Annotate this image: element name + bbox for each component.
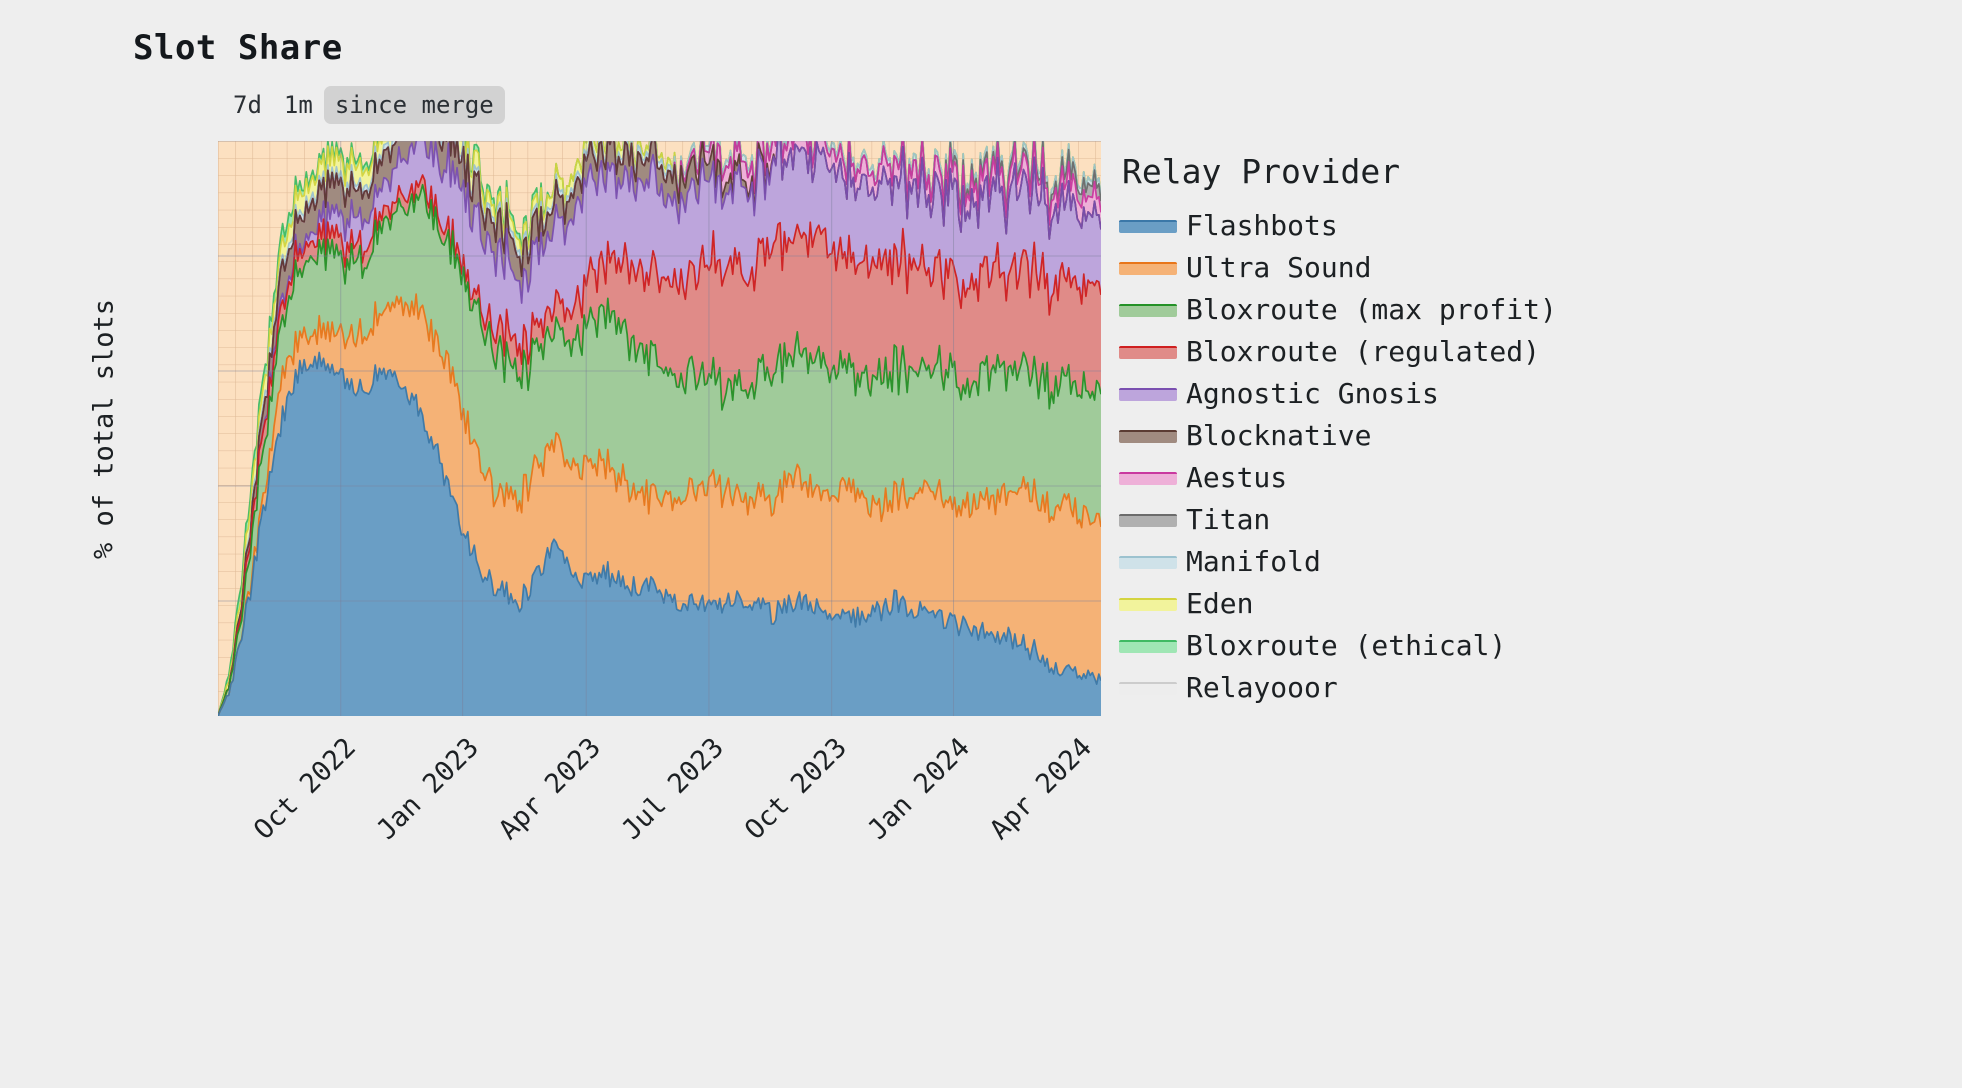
- legend-item[interactable]: Bloxroute (max profit): [1119, 289, 1939, 331]
- legend-swatch-icon: [1119, 219, 1177, 233]
- legend-item[interactable]: Ultra Sound: [1119, 247, 1939, 289]
- legend-swatch-icon: [1119, 597, 1177, 611]
- legend-swatch-icon: [1119, 471, 1177, 485]
- legend-item-label: Bloxroute (max profit): [1186, 293, 1557, 326]
- legend-item-label: Manifold: [1186, 545, 1321, 578]
- range-option-7d[interactable]: 7d: [222, 86, 273, 124]
- legend-item[interactable]: Blocknative: [1119, 415, 1939, 457]
- legend-item-label: Titan: [1186, 503, 1271, 536]
- legend-item-label: Bloxroute (regulated): [1186, 335, 1541, 368]
- legend-item-label: Ultra Sound: [1186, 251, 1372, 284]
- legend-item[interactable]: Bloxroute (regulated): [1119, 331, 1939, 373]
- legend-item[interactable]: Bloxroute (ethical): [1119, 625, 1939, 667]
- legend-item[interactable]: Flashbots: [1119, 205, 1939, 247]
- legend-item-label: Blocknative: [1186, 419, 1372, 452]
- legend-item[interactable]: Titan: [1119, 499, 1939, 541]
- legend-item[interactable]: Eden: [1119, 583, 1939, 625]
- legend-item-label: Agnostic Gnosis: [1186, 377, 1439, 410]
- legend-swatch-icon: [1119, 555, 1177, 569]
- range-option-1m[interactable]: 1m: [273, 86, 324, 124]
- legend-item-label: Relayooor: [1186, 671, 1338, 704]
- legend-swatch-icon: [1119, 303, 1177, 317]
- chart-page: Slot Share 7d 1m since merge % of total sl…: [0, 0, 1962, 1088]
- page-title: Slot Share: [133, 28, 343, 68]
- legend-item[interactable]: Manifold: [1119, 541, 1939, 583]
- x-tick-Apr-2023: Apr 2023: [492, 732, 607, 846]
- x-tick-Jan-2023: Jan 2023: [370, 732, 485, 846]
- x-tick-Oct-2023: Oct 2023: [739, 732, 853, 846]
- range-option-since-merge[interactable]: since merge: [323, 86, 505, 124]
- legend-swatch-icon: [1119, 345, 1177, 359]
- legend-swatch-icon: [1119, 429, 1177, 443]
- y-axis-label: % of total slots: [88, 298, 120, 559]
- legend-swatch-icon: [1119, 681, 1177, 695]
- y-axis-label-wrap: % of total slots: [84, 141, 124, 716]
- legend-rows: Flashbots Ultra Sound Bloxroute (max profi…: [1119, 205, 1939, 709]
- range-toggle-group[interactable]: 7d 1m since merge: [222, 86, 505, 124]
- legend-item-label: Bloxroute (ethical): [1186, 629, 1507, 662]
- legend-item-label: Aestus: [1186, 461, 1288, 494]
- legend-item[interactable]: Relayooor: [1119, 667, 1939, 709]
- legend-swatch-icon: [1119, 513, 1177, 527]
- plot-area[interactable]: [218, 141, 1101, 716]
- x-tick-Oct-2022: Oct 2022: [248, 732, 362, 846]
- legend-item-label: Eden: [1186, 587, 1254, 620]
- legend-item-label: Flashbots: [1186, 209, 1338, 242]
- stacked-area-chart: [218, 141, 1101, 716]
- legend-item[interactable]: Agnostic Gnosis: [1119, 373, 1939, 415]
- legend-title: Relay Provider: [1122, 152, 1401, 191]
- x-tick-Apr-2024: Apr 2024: [983, 732, 1098, 846]
- legend: Relay Provider Flashbots Ultra Sound Bloxr…: [1119, 152, 1939, 709]
- x-tick-Jul-2023: Jul 2023: [616, 732, 731, 846]
- legend-item[interactable]: Aestus: [1119, 457, 1939, 499]
- legend-swatch-icon: [1119, 639, 1177, 653]
- legend-swatch-icon: [1119, 261, 1177, 275]
- legend-swatch-icon: [1119, 387, 1177, 401]
- x-tick-Jan-2024: Jan 2024: [861, 732, 976, 846]
